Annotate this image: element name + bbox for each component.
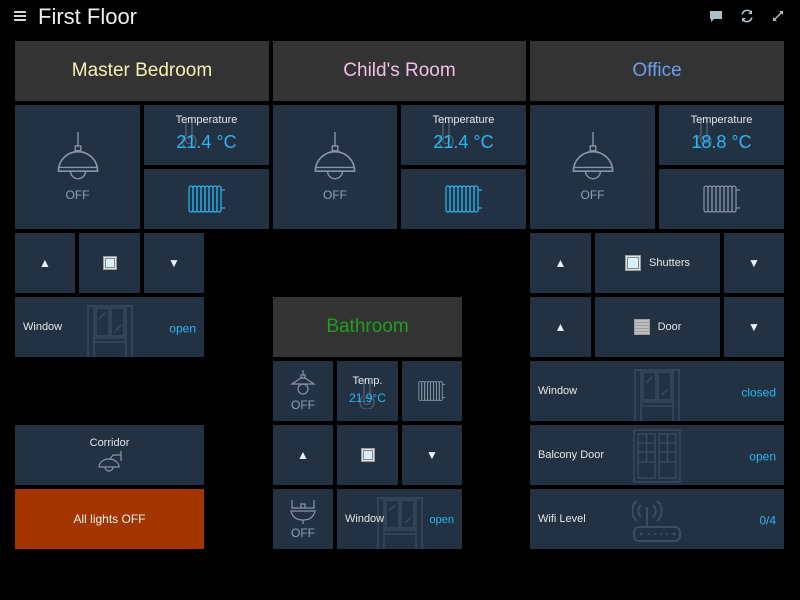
pendant-lamp-icon [290,370,316,395]
top-bar: First Floor [0,0,800,36]
window-label: Window [23,321,63,333]
office-shutters-up[interactable]: ▲ [530,233,591,293]
corridor-light[interactable]: Corridor [15,425,204,485]
bathroom-shutter-stop[interactable] [337,425,398,485]
temperature-value: 18.8 °C [691,132,752,152]
bathroom-shutter-up[interactable]: ▲ [273,425,333,485]
sink-icon [290,500,316,524]
office-temperature[interactable]: Temperature 18.8 °C [659,105,784,165]
bathroom-light[interactable]: OFF [273,361,333,421]
bathroom-heating[interactable] [402,361,462,421]
childs-room-light[interactable]: OFF [273,105,397,229]
room-title: Bathroom [326,316,409,337]
childs-room-heating[interactable] [401,169,526,229]
master-bedroom-heating[interactable] [144,169,269,229]
master-bedroom-shutter-stop[interactable] [79,233,140,293]
ceiling-lamp-icon [54,132,102,188]
master-bedroom-shutter-up[interactable]: ▲ [15,233,75,293]
office-shutters-stop[interactable]: Shutters [595,233,720,293]
temperature-value: 21.4 °C [433,132,494,152]
temperature-value: 21.9°C [349,391,386,405]
window-icon [632,367,682,421]
window-state: open [169,321,196,336]
room-header-master-bedroom[interactable]: Master Bedroom [15,41,269,101]
radiator-icon [187,184,227,214]
master-bedroom-temperature[interactable]: Temperature 21.4 °C [144,105,269,165]
office-wifi-level[interactable]: Wifi Level 0/4 [530,489,784,549]
shutters-label: Shutters [649,257,690,269]
arrow-up-icon: ▲ [297,448,309,462]
room-title: Office [632,60,682,81]
balcony-door-state: open [749,449,776,464]
ceiling-lamp-icon [569,132,617,188]
menu-icon[interactable] [14,9,26,23]
wifi-value: 0/4 [759,513,776,528]
bathroom-sink-light[interactable]: OFF [273,489,333,549]
office-window[interactable]: Window closed [530,361,784,421]
master-bedroom-light[interactable]: OFF [15,105,140,229]
arrow-up-icon: ▲ [554,320,567,334]
window-label: Window [345,513,385,525]
temperature-label: Temperature [432,114,495,126]
office-balcony-door[interactable]: Balcony Door open [530,425,784,485]
temperature-label: Temperature [690,114,753,126]
all-lights-off-label: All lights OFF [73,512,146,526]
radiator-icon [444,184,484,214]
temperature-label: Temp. [352,375,383,387]
fullscreen-icon[interactable] [770,8,786,24]
master-bedroom-window[interactable]: Window open [15,297,204,357]
temperature-label: Temperature [175,114,238,126]
bathroom-shutter-down[interactable]: ▼ [402,425,462,485]
wifi-router-icon [632,497,682,547]
office-light[interactable]: OFF [530,105,655,229]
light-state: OFF [580,188,605,202]
chat-icon[interactable] [708,8,724,24]
radiator-icon [417,380,447,402]
room-header-bathroom[interactable]: Bathroom [273,297,462,357]
master-bedroom-shutter-down[interactable]: ▼ [144,233,204,293]
wall-lamp-icon [97,451,122,472]
room-header-childs-room[interactable]: Child's Room [273,41,526,101]
shutter-icon [625,255,642,271]
all-lights-off-button[interactable]: All lights OFF [15,489,204,549]
radiator-icon [702,184,742,214]
light-state: OFF [291,526,315,540]
balcony-door-label: Balcony Door [538,449,605,461]
ceiling-lamp-icon [311,132,359,188]
refresh-icon[interactable] [739,8,755,24]
door-label: Door [657,321,682,333]
shutter-icon [360,448,375,462]
window-state: open [429,514,454,527]
room-title: Child's Room [343,60,456,81]
room-title: Master Bedroom [71,60,213,81]
light-state: OFF [323,188,347,202]
arrow-down-icon: ▼ [748,320,760,334]
window-state: closed [741,385,776,400]
wifi-label: Wifi Level [538,513,586,525]
garage-door-icon [633,319,650,335]
office-door-up[interactable]: ▲ [530,297,591,357]
arrow-down-icon: ▼ [748,256,760,270]
arrow-up-icon: ▲ [554,256,567,270]
balcony-door-icon [632,428,682,484]
office-door-stop[interactable]: Door [595,297,720,357]
arrow-down-icon: ▼ [168,256,180,270]
window-icon [85,303,135,357]
bathroom-temperature[interactable]: Temp. 21.9°C [337,361,398,421]
bathroom-window[interactable]: Window open [337,489,462,549]
light-state: OFF [291,398,315,412]
room-header-office[interactable]: Office [530,41,784,101]
window-label: Window [538,385,578,397]
light-state: OFF [65,188,90,202]
arrow-down-icon: ▼ [426,448,438,462]
arrow-up-icon: ▲ [39,256,51,270]
temperature-value: 21.4 °C [176,132,237,152]
office-door-down[interactable]: ▼ [724,297,784,357]
office-heating[interactable] [659,169,784,229]
page-title: First Floor [38,4,137,29]
office-shutters-down[interactable]: ▼ [724,233,784,293]
childs-room-temperature[interactable]: Temperature 21.4 °C [401,105,526,165]
shutter-icon [102,256,117,270]
corridor-label: Corridor [89,437,130,449]
